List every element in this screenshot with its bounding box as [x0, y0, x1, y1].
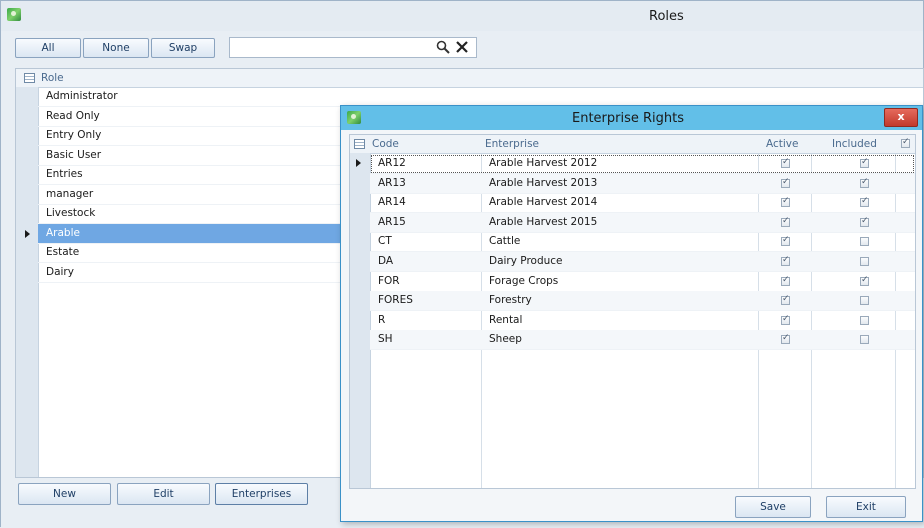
active-checkbox[interactable] [781, 314, 790, 325]
code-column-header[interactable]: Code [372, 138, 399, 150]
enterprise-code: CT [378, 235, 392, 248]
enterprise-code: AR14 [378, 196, 406, 209]
enterprise-name: Dairy Produce [489, 255, 563, 267]
enterprise-name: Arable Harvest 2013 [489, 176, 598, 189]
select-all-checkbox[interactable] [901, 137, 910, 148]
enterprise-code: SH [378, 333, 393, 346]
active-checkbox[interactable] [781, 196, 790, 208]
enterprise-code: AR12 [378, 157, 406, 169]
enterprise-row[interactable]: FORES Forestry [370, 291, 915, 312]
enterprise-rights-dialog: Enterprise Rights x Code Enterprise Acti… [340, 105, 923, 522]
current-row-arrow-icon [25, 230, 30, 238]
enterprises-button[interactable]: Enterprises [215, 483, 308, 505]
role-name: Arable [46, 227, 80, 239]
enterprise-code: AR15 [378, 215, 406, 228]
role-name: Estate [46, 246, 80, 258]
enterprise-code: DA [378, 255, 394, 267]
enterprise-name: Rental [489, 313, 523, 326]
included-checkbox[interactable] [860, 177, 869, 188]
role-name: Basic User [46, 149, 102, 161]
enterprise-code: AR13 [378, 176, 406, 189]
column-chooser-icon[interactable] [354, 139, 365, 149]
active-checkbox[interactable] [781, 177, 790, 188]
active-checkbox[interactable] [781, 294, 790, 306]
role-name: Entry Only [46, 129, 102, 141]
role-name: Entries [46, 168, 83, 180]
window-title: Roles [649, 9, 684, 24]
roles-grid-header: Role [16, 69, 923, 88]
save-button[interactable]: Save [735, 496, 811, 518]
select-none-button[interactable]: None [83, 38, 149, 58]
enterprise-row[interactable]: AR13 Arable Harvest 2013 [370, 173, 915, 194]
enterprise-name: Forage Crops [489, 274, 559, 287]
role-row[interactable]: Administrator [38, 87, 923, 107]
enterprise-code: R [378, 313, 386, 326]
role-column-header[interactable]: Role [41, 72, 64, 84]
enterprise-code: FOR [378, 274, 400, 287]
enterprise-name: Sheep [489, 333, 522, 346]
enterprise-row[interactable]: AR14 Arable Harvest 2014 [370, 193, 915, 214]
enterprise-row[interactable]: DA Dairy Produce [370, 252, 915, 272]
dialog-title: Enterprise Rights [572, 111, 685, 126]
enterprise-column-header[interactable]: Enterprise [485, 138, 539, 150]
app-logo-icon [7, 8, 21, 21]
app-logo-icon [347, 111, 361, 124]
enterprise-name: Arable Harvest 2012 [489, 157, 598, 169]
search-icon[interactable] [436, 40, 450, 54]
active-checkbox[interactable] [781, 235, 790, 247]
enterprise-row[interactable]: SH Sheep [370, 330, 915, 351]
current-row-arrow-icon [356, 159, 361, 167]
role-name: Dairy [46, 266, 74, 278]
enterprise-row[interactable]: CT Cattle [370, 232, 915, 253]
enterprise-row[interactable]: FOR Forage Crops [370, 272, 915, 292]
edit-role-button[interactable]: Edit [117, 483, 210, 505]
active-column-header[interactable]: Active [766, 138, 798, 150]
exit-button[interactable]: Exit [826, 496, 906, 518]
enterprise-name: Forestry [489, 294, 532, 307]
new-role-button[interactable]: New [18, 483, 111, 505]
active-checkbox[interactable] [781, 275, 790, 286]
enterprise-row[interactable]: AR12 Arable Harvest 2012 [370, 154, 915, 174]
column-chooser-icon[interactable] [24, 73, 35, 83]
row-indicator-column [16, 87, 39, 477]
included-checkbox[interactable] [860, 296, 869, 306]
enterprise-name: Arable Harvest 2015 [489, 215, 598, 228]
included-checkbox[interactable] [860, 335, 869, 345]
included-checkbox[interactable] [860, 275, 869, 286]
included-checkbox[interactable] [860, 157, 869, 168]
included-checkbox[interactable] [860, 315, 869, 325]
included-checkbox[interactable] [860, 237, 869, 247]
active-checkbox[interactable] [781, 333, 790, 345]
select-all-button[interactable]: All [15, 38, 81, 58]
close-icon[interactable] [455, 40, 469, 54]
included-checkbox[interactable] [860, 216, 869, 227]
enterprise-name: Cattle [489, 235, 521, 248]
enterprise-grid: Code Enterprise Active Included AR12 Arab… [349, 134, 916, 489]
role-name: manager [46, 188, 94, 200]
included-checkbox[interactable] [860, 196, 869, 208]
enterprise-grid-header: Code Enterprise Active Included [350, 135, 915, 154]
swap-selection-button[interactable]: Swap [151, 38, 215, 58]
role-name: Administrator [46, 90, 118, 102]
included-checkbox[interactable] [860, 257, 869, 266]
close-button[interactable]: x [884, 108, 918, 127]
active-checkbox[interactable] [781, 157, 790, 168]
role-name: Livestock [46, 207, 96, 219]
enterprise-row[interactable]: AR15 Arable Harvest 2015 [370, 212, 915, 233]
enterprise-row[interactable]: R Rental [370, 311, 915, 331]
dialog-title-bar[interactable]: Enterprise Rights x [341, 106, 922, 130]
active-checkbox[interactable] [781, 216, 790, 227]
included-column-header[interactable]: Included [832, 138, 877, 150]
role-name: Read Only [46, 110, 100, 122]
row-indicator-column [350, 153, 371, 488]
enterprise-code: FORES [378, 294, 413, 307]
enterprise-name: Arable Harvest 2014 [489, 196, 598, 209]
search-input[interactable] [229, 37, 477, 58]
title-bar: Roles [1, 1, 923, 31]
active-checkbox[interactable] [781, 255, 790, 266]
